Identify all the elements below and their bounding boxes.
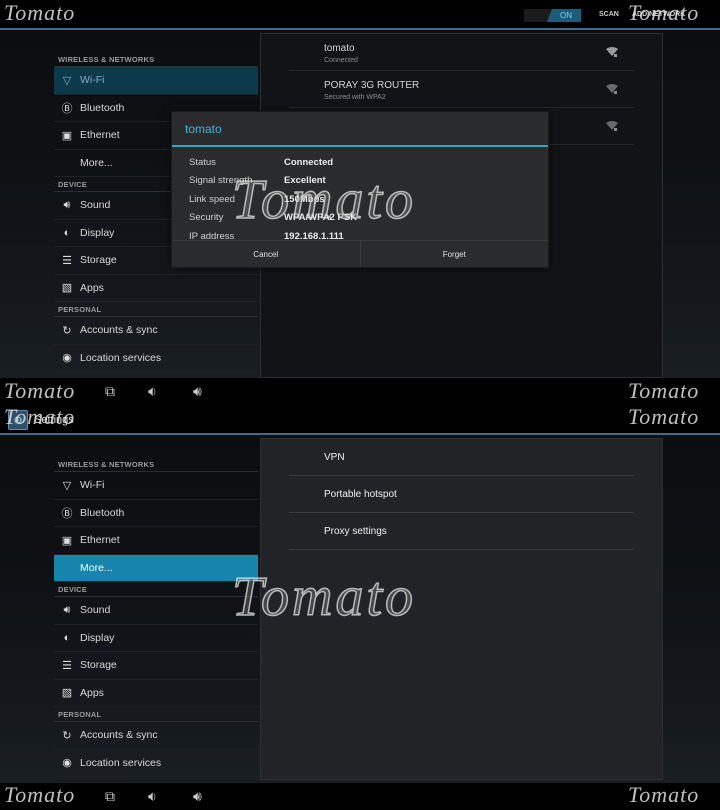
section-header-device: DEVICE — [54, 582, 258, 597]
scan-button[interactable]: SCAN — [599, 11, 619, 18]
dialog-title: tomato — [172, 112, 548, 147]
sidebar-item-bluetooth[interactable]: Ⓑ Bluetooth — [54, 500, 258, 527]
sidebar-item-apps[interactable]: ▧ Apps — [54, 275, 258, 302]
volume-down-icon[interactable]: 🔉︎ — [148, 383, 157, 400]
network-item[interactable]: tomato Connected — [289, 34, 634, 71]
display-icon: ◐ — [63, 631, 71, 644]
sidebar-item-accounts-sync[interactable]: ↻ Accounts & sync — [54, 317, 258, 345]
ethernet-icon: ▣ — [61, 129, 73, 142]
sidebar-item-ethernet[interactable]: ▣ Ethernet — [54, 527, 258, 555]
storage-icon: ☰ — [62, 659, 72, 672]
detail-row-status: Status Connected — [189, 156, 334, 168]
detail-row-signal: Signal strength Excellent — [189, 175, 326, 187]
list-item-vpn[interactable]: VPN — [289, 439, 634, 476]
wifi-locked-icon — [606, 121, 618, 131]
wifi-toggle-on: ON — [547, 9, 581, 22]
section-header-wireless: WIRELESS & NETWORKS — [54, 52, 258, 67]
sync-icon: ↻ — [62, 729, 72, 742]
volume-down-icon[interactable]: 🔉︎ — [148, 788, 157, 805]
volume-up-icon[interactable]: 🔊︎ — [193, 788, 202, 805]
detail-row-security: Security WPA/WPA2 PSK — [189, 212, 358, 224]
action-bar: ⚙ Settings — [0, 405, 720, 435]
sound-icon: 🔊︎ — [63, 198, 71, 211]
recent-apps-icon[interactable]: ⧉ — [105, 383, 115, 400]
sidebar-item-apps[interactable]: ▧ Apps — [54, 680, 258, 707]
bluetooth-icon: Ⓑ — [61, 507, 73, 520]
forget-button[interactable]: Forget — [359, 241, 549, 267]
more-settings-list: VPN Portable hotspot Proxy settings — [260, 438, 663, 780]
apps-icon: ▧ — [61, 687, 73, 700]
system-nav-bar: ⧉ 🔉︎ 🔊︎ — [0, 378, 720, 405]
network-item[interactable]: PORAY 3G ROUTER Secured with WPA2 — [289, 71, 634, 108]
app-title-area[interactable]: ⚙ Settings — [8, 410, 74, 430]
wifi-locked-icon — [606, 84, 618, 94]
list-item-proxy-settings[interactable]: Proxy settings — [289, 513, 634, 550]
sync-icon: ↻ — [62, 324, 72, 337]
screen-more: ⚙ Settings WIRELESS & NETWORKS ▽ Wi-Fi Ⓑ… — [0, 405, 720, 810]
volume-up-icon[interactable]: 🔊︎ — [193, 383, 202, 400]
sidebar-item-location[interactable]: ◉ Location services — [54, 345, 258, 372]
wifi-toggle[interactable]: ON — [524, 9, 581, 22]
sidebar-item-display[interactable]: ◐ Display — [54, 625, 258, 652]
sidebar-item-storage[interactable]: ☰ Storage — [54, 652, 258, 680]
ethernet-icon: ▣ — [61, 534, 73, 547]
section-header-personal: PERSONAL — [54, 302, 258, 317]
wifi-icon: ▽ — [62, 479, 72, 492]
sidebar-item-more[interactable]: More... — [54, 554, 258, 582]
detail-row-link-speed: Link speed 150Mbps — [189, 193, 325, 205]
section-header-personal: PERSONAL — [54, 707, 258, 722]
dialog-buttons: Cancel Forget — [172, 240, 548, 267]
storage-icon: ☰ — [62, 254, 72, 267]
screen-wifi: ON SCAN ADD NETWORK WIRELESS & NETWORKS … — [0, 0, 720, 405]
recent-apps-icon[interactable]: ⧉ — [105, 788, 115, 805]
sound-icon: 🔊︎ — [63, 603, 71, 616]
display-icon: ◐ — [63, 226, 71, 239]
settings-sidebar: WIRELESS & NETWORKS ▽ Wi-Fi Ⓑ Bluetooth … — [54, 457, 258, 777]
add-network-button[interactable]: ADD NETWORK — [632, 11, 685, 18]
settings-app-icon: ⚙ — [8, 410, 28, 430]
network-details-dialog: tomato Status Connected Signal strength … — [171, 111, 549, 268]
location-icon: ◉ — [62, 757, 72, 770]
system-nav-bar: ⧉ 🔉︎ 🔊︎ — [0, 783, 720, 810]
bluetooth-icon: Ⓑ — [61, 102, 73, 115]
location-icon: ◉ — [62, 352, 72, 365]
sidebar-item-accounts-sync[interactable]: ↻ Accounts & sync — [54, 722, 258, 750]
sidebar-item-wifi[interactable]: ▽ Wi-Fi — [54, 67, 258, 95]
wifi-locked-icon — [606, 47, 618, 57]
wifi-icon: ▽ — [62, 74, 72, 87]
section-header-wireless: WIRELESS & NETWORKS — [54, 457, 258, 472]
cancel-button[interactable]: Cancel — [172, 241, 360, 267]
app-title: Settings — [34, 414, 74, 426]
sidebar-item-location[interactable]: ◉ Location services — [54, 750, 258, 777]
list-item-portable-hotspot[interactable]: Portable hotspot — [289, 476, 634, 513]
action-bar: ON SCAN ADD NETWORK — [0, 0, 720, 30]
dialog-details: Status Connected Signal strength Excelle… — [172, 147, 548, 246]
sidebar-item-sound[interactable]: 🔊︎ Sound — [54, 597, 258, 625]
sidebar-item-wifi[interactable]: ▽ Wi-Fi — [54, 472, 258, 500]
apps-icon: ▧ — [61, 282, 73, 295]
